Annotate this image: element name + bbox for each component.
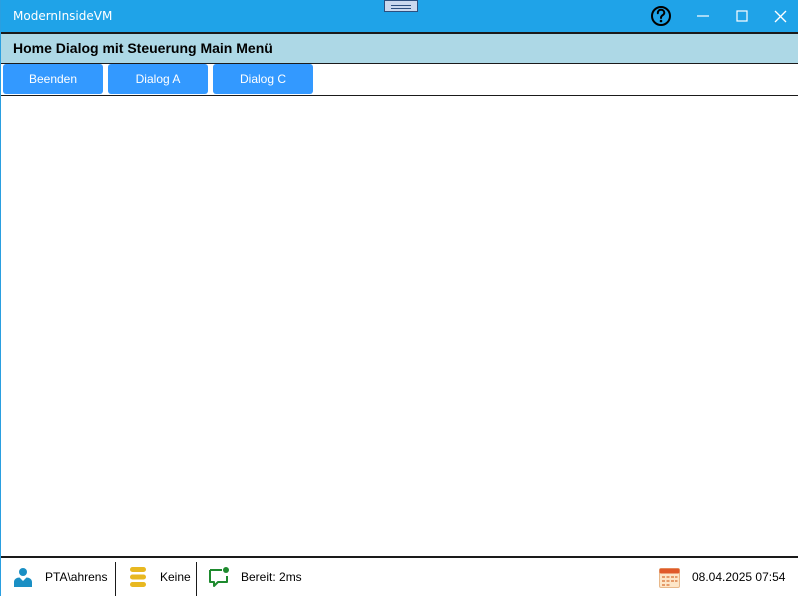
maximize-button[interactable] bbox=[723, 0, 761, 32]
dialog-a-button[interactable]: Dialog A bbox=[108, 64, 208, 94]
minimize-icon bbox=[697, 15, 709, 17]
status-text: Bereit: 2ms bbox=[241, 570, 302, 584]
beenden-button[interactable]: Beenden bbox=[3, 64, 103, 94]
status-divider bbox=[115, 562, 116, 596]
page-title: Home Dialog mit Steuerung Main Menü bbox=[13, 40, 273, 56]
calendar-icon bbox=[659, 567, 680, 588]
date-time: 08.04.2025 07:54 bbox=[692, 570, 786, 584]
main-menu: Beenden Dialog A Dialog C bbox=[1, 64, 798, 96]
minimize-button[interactable] bbox=[684, 0, 722, 32]
status-bar: PTA\ahrens Keine Bereit: 2ms 08.04.2025 … bbox=[1, 556, 798, 598]
help-icon bbox=[651, 6, 671, 26]
content-area bbox=[1, 96, 798, 556]
status-database: Keine bbox=[129, 558, 191, 596]
database-icon bbox=[130, 567, 146, 587]
message-icon bbox=[209, 567, 229, 587]
app-window: ModernInsideVM Home Dialog mit Steuerung… bbox=[0, 0, 798, 598]
status-message: Bereit: 2ms bbox=[208, 558, 302, 596]
close-icon bbox=[774, 10, 787, 23]
title-bar[interactable]: ModernInsideVM bbox=[1, 0, 798, 32]
user-name: PTA\ahrens bbox=[45, 570, 108, 584]
database-name: Keine bbox=[160, 570, 191, 584]
close-button[interactable] bbox=[761, 0, 798, 32]
status-datetime: 08.04.2025 07:54 bbox=[659, 558, 785, 596]
dialog-header: Home Dialog mit Steuerung Main Menü bbox=[1, 32, 798, 64]
drag-handle[interactable] bbox=[384, 0, 418, 12]
help-button[interactable] bbox=[642, 0, 680, 32]
app-title: ModernInsideVM bbox=[13, 9, 113, 23]
maximize-icon bbox=[736, 10, 748, 22]
status-divider bbox=[196, 562, 197, 596]
user-icon bbox=[14, 568, 32, 587]
status-user: PTA\ahrens bbox=[13, 558, 107, 596]
dialog-c-button[interactable]: Dialog C bbox=[213, 64, 313, 94]
